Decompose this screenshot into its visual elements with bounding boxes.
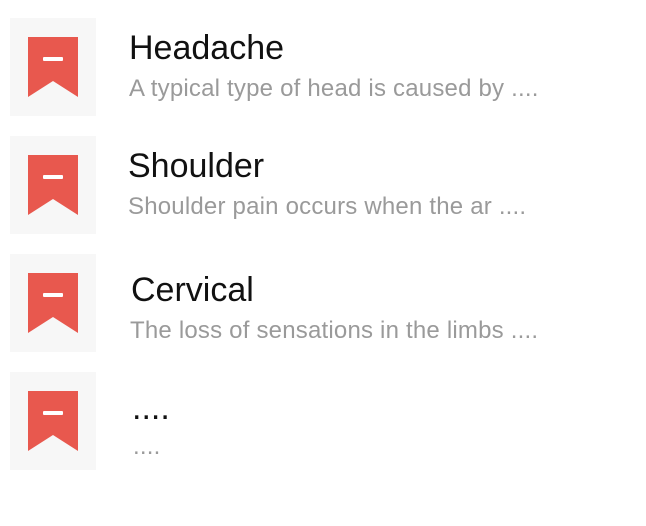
item-title: Cervical [131, 271, 254, 309]
bookmark-minus-icon[interactable] [10, 254, 96, 352]
list-item-shoulder[interactable]: Shoulder Shoulder pain occurs when the a… [0, 136, 646, 236]
item-description: The loss of sensations in the limbs .... [130, 317, 539, 344]
item-description: A typical type of head is caused by .... [129, 75, 539, 102]
bookmark-minus-icon[interactable] [10, 372, 96, 470]
bookmark-minus-icon[interactable] [10, 18, 96, 116]
list-item-cervical[interactable]: Cervical The loss of sensations in the l… [0, 254, 646, 354]
condition-list: Headache A typical type of head is cause… [0, 0, 646, 526]
list-item-headache[interactable]: Headache A typical type of head is cause… [0, 18, 646, 118]
item-description: .... [133, 433, 161, 460]
list-item-placeholder[interactable]: .... .... [0, 372, 646, 472]
item-title: Shoulder [128, 147, 265, 185]
bookmark-minus-icon[interactable] [10, 136, 96, 234]
item-description: Shoulder pain occurs when the ar .... [128, 193, 527, 220]
item-title: .... [132, 389, 170, 427]
item-title: Headache [129, 29, 285, 67]
